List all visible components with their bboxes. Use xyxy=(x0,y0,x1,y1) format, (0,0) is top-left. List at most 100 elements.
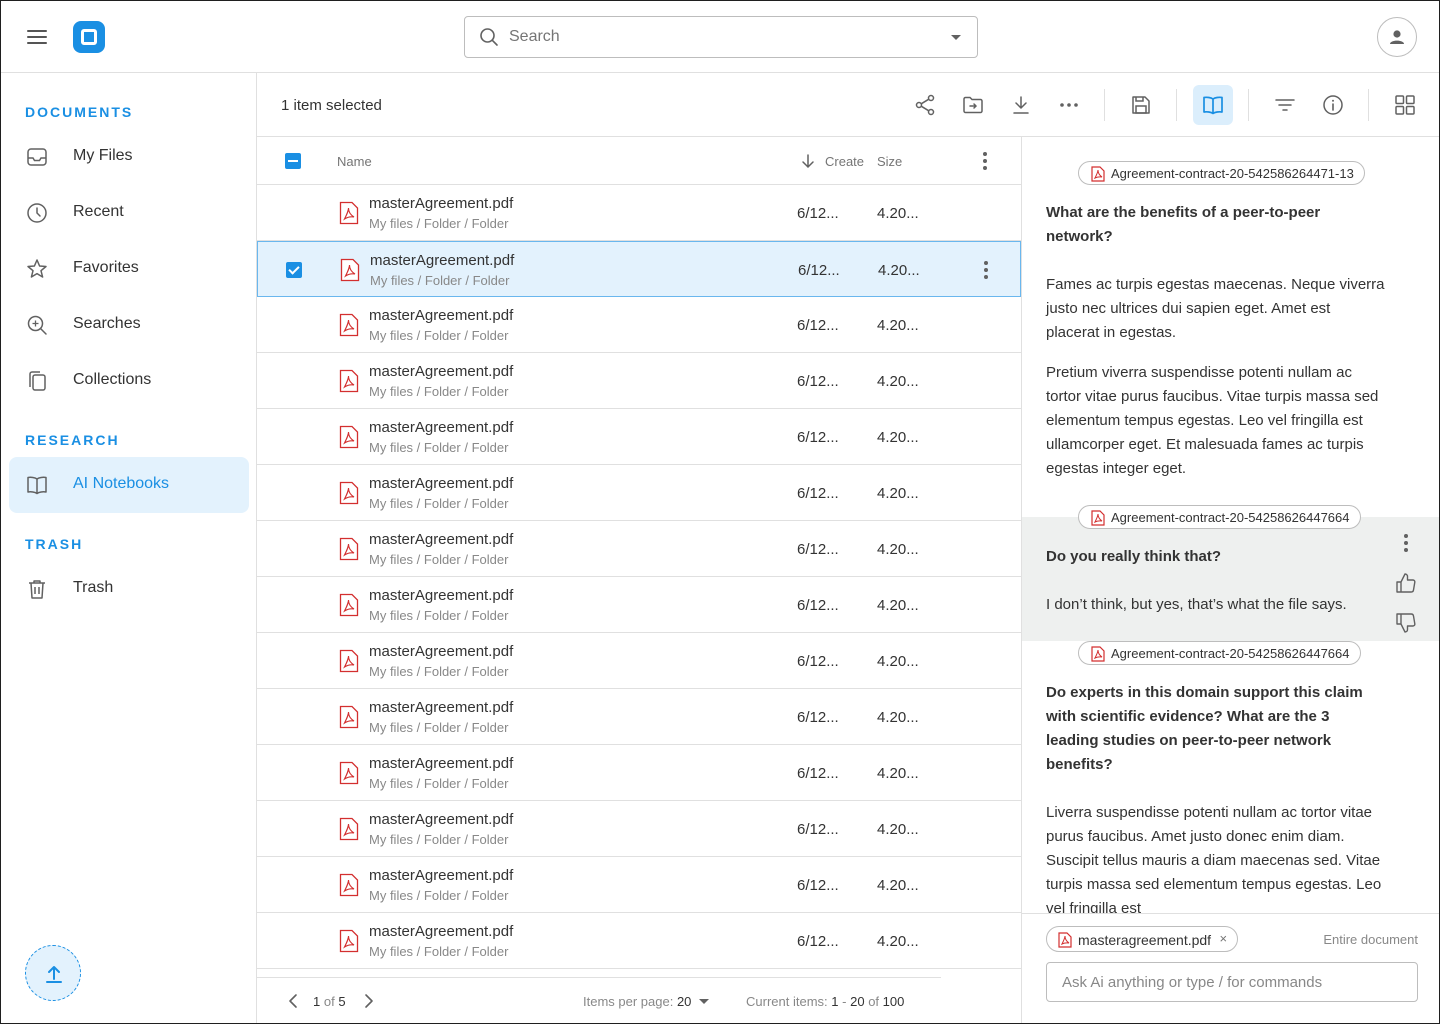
info-button[interactable] xyxy=(1313,85,1353,125)
pagination: 1 of 5 Items per page: 20 Current items:… xyxy=(257,977,1021,1023)
file-path: My files / Folder / Folder xyxy=(369,216,509,231)
column-options-icon[interactable] xyxy=(973,149,997,173)
share-button[interactable] xyxy=(905,85,945,125)
file-name: masterAgreement.pdf xyxy=(369,755,514,772)
sidebar-item-label: Collections xyxy=(73,371,152,388)
remove-context-icon[interactable]: × xyxy=(1219,931,1227,946)
file-size: 4.20... xyxy=(877,373,919,390)
save-icon xyxy=(1132,96,1150,114)
file-created-date: 6/12... xyxy=(797,205,839,222)
user-avatar[interactable] xyxy=(1377,17,1417,57)
user-icon xyxy=(1390,30,1404,44)
sidebar-item-my-files[interactable]: My Files xyxy=(9,129,249,185)
column-header-size[interactable]: Size xyxy=(877,154,902,169)
table-row[interactable]: masterAgreement.pdf My files / Folder / F… xyxy=(257,801,1021,857)
sidebar-item-trash[interactable]: Trash xyxy=(9,561,249,617)
filter-button[interactable] xyxy=(1265,85,1305,125)
table-row[interactable]: masterAgreement.pdf My files / Folder / F… xyxy=(257,353,1021,409)
message-options-icon[interactable] xyxy=(1394,531,1418,555)
search-input[interactable] xyxy=(509,25,929,49)
menu-icon[interactable] xyxy=(25,25,49,49)
sidebar-item-label: AI Notebooks xyxy=(73,475,170,492)
sidebar-item-searches[interactable]: Searches xyxy=(9,297,249,353)
row-checkbox[interactable] xyxy=(286,262,302,278)
file-name: masterAgreement.pdf xyxy=(369,363,514,380)
table-row[interactable]: masterAgreement.pdf My files / Folder / F… xyxy=(257,913,1021,969)
table-row[interactable]: masterAgreement.pdf My files / Folder / F… xyxy=(257,241,1021,297)
app-logo[interactable] xyxy=(73,21,105,53)
answer-text: Pretium viverra suspendisse potenti null… xyxy=(1046,364,1379,477)
file-path: My files / Folder / Folder xyxy=(369,496,509,511)
file-name: masterAgreement.pdf xyxy=(369,307,514,324)
pdf-icon xyxy=(339,817,359,841)
table-row[interactable]: masterAgreement.pdf My files / Folder / F… xyxy=(257,185,1021,241)
sidebar-item-favorites[interactable]: Favorites xyxy=(9,241,249,297)
table-row[interactable]: masterAgreement.pdf My files / Folder / F… xyxy=(257,465,1021,521)
file-path: My files / Folder / Folder xyxy=(369,944,509,959)
source-chip[interactable]: Agreement-contract-20-54258626447664 xyxy=(1078,641,1361,665)
context-file-chip[interactable]: masteragreement.pdf × xyxy=(1046,926,1239,952)
scope-selector[interactable]: Entire document xyxy=(1323,932,1418,947)
column-header-created[interactable]: Create xyxy=(825,154,869,169)
sidebar-item-label: Favorites xyxy=(73,259,139,276)
source-chip[interactable]: Agreement-contract-20-54258626447664 xyxy=(1078,505,1361,529)
sidebar-item-ai-notebooks[interactable]: AI Notebooks xyxy=(9,457,249,513)
file-size: 4.20... xyxy=(877,765,919,782)
file-size: 4.20... xyxy=(877,317,919,334)
sidebar-item-collections[interactable]: Collections xyxy=(9,353,249,409)
upload-icon xyxy=(46,966,62,983)
file-path: My files / Folder / Folder xyxy=(369,440,509,455)
table-row[interactable]: masterAgreement.pdf My files / Folder / F… xyxy=(257,745,1021,801)
file-name: masterAgreement.pdf xyxy=(369,531,514,548)
download-button[interactable] xyxy=(1001,85,1041,125)
move-button[interactable] xyxy=(953,85,993,125)
file-size: 4.20... xyxy=(877,709,919,726)
file-size: 4.20... xyxy=(877,653,919,670)
selection-count: 1 item selected xyxy=(281,97,382,114)
file-created-date: 6/12... xyxy=(797,485,839,502)
file-size: 4.20... xyxy=(877,821,919,838)
table-row[interactable]: masterAgreement.pdf My files / Folder / F… xyxy=(257,409,1021,465)
ask-ai-input[interactable] xyxy=(1046,962,1418,1002)
column-header-name[interactable]: Name xyxy=(337,154,372,169)
upload-button[interactable] xyxy=(25,945,81,1001)
ai-notebook-toggle-button[interactable] xyxy=(1193,85,1233,125)
sort-descending-icon[interactable] xyxy=(801,153,815,169)
pdf-icon xyxy=(339,705,359,729)
thumbs-down-icon[interactable] xyxy=(1394,611,1418,635)
question-text: Do experts in this domain support this c… xyxy=(1046,684,1363,773)
source-chip[interactable]: Agreement-contract-20-542586264471-13 xyxy=(1078,161,1365,185)
table-row[interactable]: masterAgreement.pdf My files / Folder / F… xyxy=(257,857,1021,913)
items-per-page-select[interactable]: Items per page: 20 xyxy=(583,994,710,1009)
previous-page-icon[interactable] xyxy=(285,991,301,1011)
select-all-checkbox[interactable] xyxy=(285,153,301,169)
filter-icon xyxy=(1275,99,1295,111)
answer-text: Liverra suspendisse potenti nullam ac to… xyxy=(1046,804,1382,917)
page-indicator: 1 of 5 xyxy=(313,994,346,1009)
file-created-date: 6/12... xyxy=(797,317,839,334)
sidebar-item-recent[interactable]: Recent xyxy=(9,185,249,241)
table-row[interactable]: masterAgreement.pdf My files / Folder / F… xyxy=(257,297,1021,353)
file-created-date: 6/12... xyxy=(797,877,839,894)
next-page-icon[interactable] xyxy=(361,991,377,1011)
file-name: masterAgreement.pdf xyxy=(369,699,514,716)
share-icon xyxy=(915,94,935,116)
highlighted-message xyxy=(1022,517,1439,641)
row-options-icon[interactable] xyxy=(974,258,998,282)
grid-view-button[interactable] xyxy=(1385,85,1425,125)
action-toolbar: 1 item selected xyxy=(257,73,1439,137)
save-button[interactable] xyxy=(1121,85,1161,125)
table-row[interactable]: masterAgreement.pdf My files / Folder / F… xyxy=(257,633,1021,689)
file-size: 4.20... xyxy=(877,877,919,894)
more-actions-button[interactable] xyxy=(1049,85,1089,125)
table-row[interactable]: masterAgreement.pdf My files / Folder / F… xyxy=(257,689,1021,745)
info-icon xyxy=(1323,95,1343,115)
pdf-icon xyxy=(1091,166,1105,182)
table-row[interactable]: masterAgreement.pdf My files / Folder / F… xyxy=(257,577,1021,633)
table-row[interactable]: masterAgreement.pdf My files / Folder / F… xyxy=(257,521,1021,577)
file-created-date: 6/12... xyxy=(797,373,839,390)
thumbs-up-icon[interactable] xyxy=(1394,571,1418,595)
search-dropdown-icon[interactable] xyxy=(951,35,961,40)
file-created-date: 6/12... xyxy=(797,653,839,670)
file-size: 4.20... xyxy=(877,933,919,950)
